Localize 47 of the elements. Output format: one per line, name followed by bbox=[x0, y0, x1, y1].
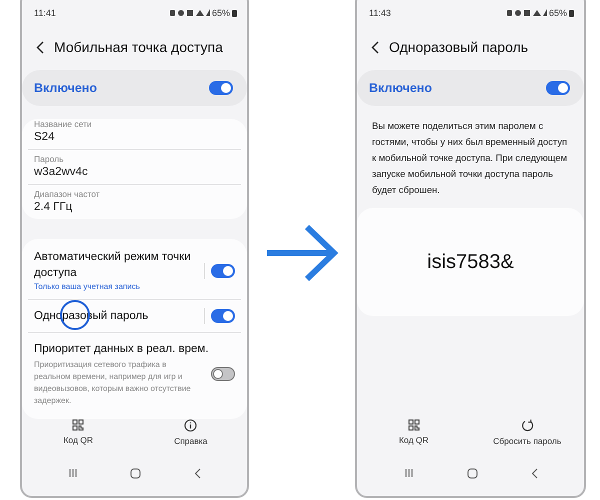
back-icon bbox=[371, 40, 379, 54]
field-value: S24 bbox=[34, 130, 56, 145]
description-text: Вы можете поделиться этим паролем с гостями, чтобы у них был временный доступ к мобильной точке доступа. При следующем запуске мобильной точки доступа пароль будет сброшен. bbox=[371, 119, 568, 197]
master-switch-label: Включено bbox=[34, 81, 97, 95]
setting-subtitle: Только ваша учетная запись bbox=[34, 281, 141, 293]
status-time: 11:43 bbox=[369, 8, 391, 18]
back-icon bbox=[36, 40, 44, 54]
recent-apps-icon bbox=[404, 468, 414, 478]
refresh-icon bbox=[520, 419, 534, 432]
master-switch-label: Включено bbox=[369, 81, 432, 95]
setting-title[interactable]: Приоритет данных в реал. врем. bbox=[34, 341, 211, 357]
master-switch-bar[interactable]: Включено bbox=[357, 70, 584, 106]
toggle-switch[interactable] bbox=[546, 81, 570, 95]
password-text: isis7583& bbox=[427, 250, 514, 274]
toggle-switch[interactable] bbox=[211, 309, 235, 323]
back-icon bbox=[194, 468, 201, 478]
field-value: 2.4 ГГц bbox=[34, 200, 74, 215]
bottom-action-button[interactable]: Сбросить пароль bbox=[492, 419, 562, 446]
battery-level: 65% bbox=[548, 8, 567, 18]
screen-title: Одноразовый пароль bbox=[389, 39, 528, 55]
screen-title: Мобильная точка доступа bbox=[54, 39, 223, 55]
qr-code-icon bbox=[72, 419, 84, 431]
status-time: 11:41 bbox=[34, 8, 56, 18]
qr-code-icon bbox=[408, 419, 420, 431]
battery-level: 65% bbox=[212, 8, 230, 18]
setting-description: Приоритизация сетевого трафика в реальном времени, например для игр и видеовызовов, которым важно отсутствие задержек. bbox=[34, 359, 192, 407]
field-label: Пароль bbox=[34, 154, 64, 165]
battery-icon bbox=[232, 9, 237, 17]
master-switch-bar[interactable]: Включено bbox=[22, 70, 247, 106]
status-icons-drawing bbox=[170, 9, 210, 17]
status-icons-drawing bbox=[506, 9, 547, 17]
toggle-switch[interactable] bbox=[211, 264, 235, 278]
home-icon bbox=[466, 468, 478, 478]
field-value: w3a2wv4c bbox=[34, 165, 89, 180]
bottom-action-button[interactable]: Код QR bbox=[43, 419, 114, 446]
field-label: Диапазон частот bbox=[34, 189, 101, 200]
bottom-action-button[interactable]: Справка bbox=[156, 419, 226, 446]
info-icon bbox=[184, 419, 198, 432]
back-icon bbox=[530, 468, 538, 478]
recent-apps-icon bbox=[68, 468, 78, 478]
setting-title[interactable]: Автоматический режим точки доступа bbox=[34, 249, 204, 281]
home-icon bbox=[130, 468, 142, 478]
battery-icon bbox=[569, 9, 574, 17]
toggle-switch[interactable] bbox=[211, 367, 235, 381]
field-label: Название сети bbox=[34, 119, 93, 130]
toggle-switch[interactable] bbox=[209, 81, 233, 95]
bottom-action-button[interactable]: Код QR bbox=[378, 419, 449, 446]
